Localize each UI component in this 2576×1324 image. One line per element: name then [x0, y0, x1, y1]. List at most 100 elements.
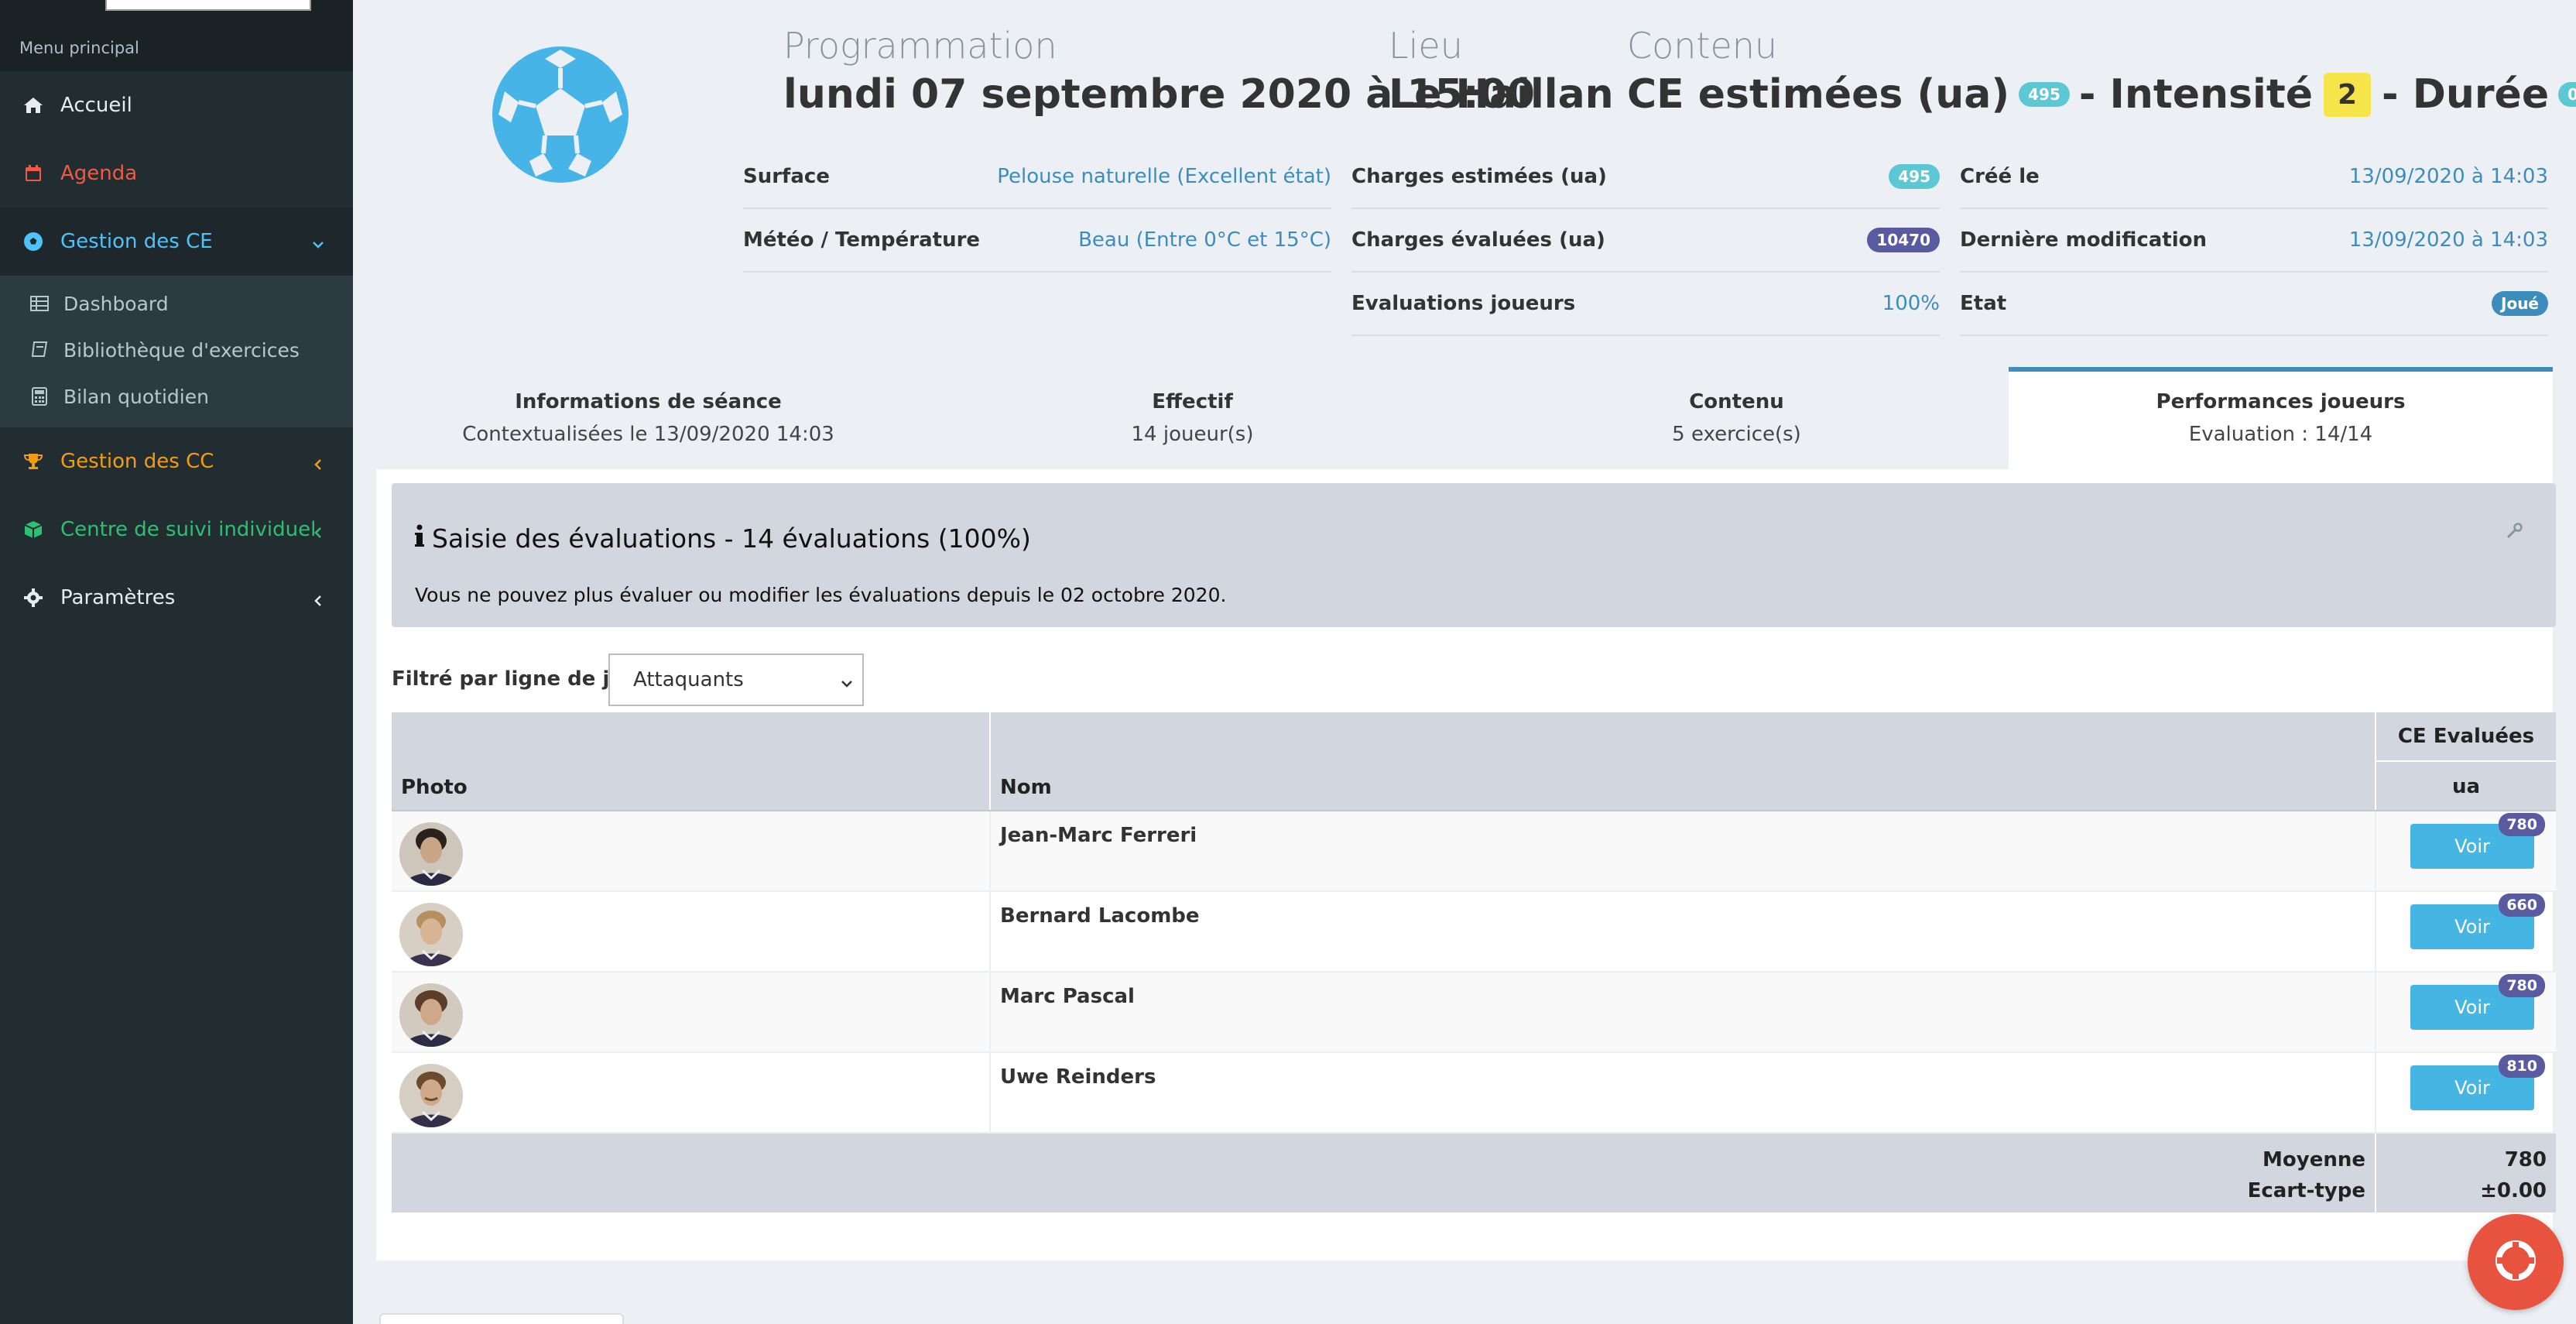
player-name: Marc Pascal — [1000, 985, 1135, 1008]
info-key: Surface — [743, 165, 830, 188]
ce-cell: Voir 780 — [2376, 811, 2556, 890]
sidebar-header: Menu principal — [0, 25, 353, 71]
calculator-icon — [29, 386, 50, 406]
info-row-charges-estimees: Charges estimées (ua) 495 — [1351, 146, 1940, 209]
tab-contenu[interactable]: Contenu 5 exercice(s) — [1464, 367, 2009, 469]
tab-informations-seance[interactable]: Informations de séance Contextualisées l… — [376, 367, 920, 469]
voir-button[interactable]: Voir 660 — [2410, 894, 2545, 949]
player-name: Jean-Marc Ferreri — [1000, 824, 1197, 847]
info-column-meta: Créé le 13/09/2020 à 14:03 Dernière modi… — [1960, 146, 2548, 336]
sidebar-item-label: Gestion des CC — [60, 450, 214, 473]
sidebar-subitem-bibliotheque[interactable]: Bibliothèque d'exercices — [0, 327, 353, 373]
column-header-ce: CE Evaluées ua — [2376, 712, 2556, 810]
team-selector[interactable] — [105, 0, 311, 11]
tab-title: Contenu — [1689, 390, 1784, 413]
ce-value-badge: 780 — [2499, 813, 2545, 836]
lieu-label: Lieu — [1389, 25, 1463, 67]
filter-ligne-select[interactable]: Attaquants — [608, 653, 864, 706]
avatar — [399, 1064, 463, 1127]
tab-effectif[interactable]: Effectif 14 joueur(s) — [920, 367, 1464, 469]
table-icon — [29, 293, 50, 314]
sidebar-item-accueil[interactable]: Accueil — [0, 71, 353, 139]
sidebar-item-parametres[interactable]: Paramètres — [0, 564, 353, 632]
info-key: Météo / Température — [743, 228, 981, 252]
info-key: Etat — [1960, 292, 2007, 315]
info-value: 13/09/2020 à 14:03 — [2348, 165, 2548, 188]
name-cell: Uwe Reinders — [991, 1053, 2376, 1132]
tab-subtitle: Evaluation : 14/14 — [2188, 423, 2373, 446]
sidebar-item-label: Paramètres — [60, 586, 176, 609]
chevron-down-icon — [311, 234, 325, 249]
voir-button[interactable]: Voir 780 — [2410, 974, 2545, 1030]
calendar-icon — [22, 162, 45, 185]
photo-cell — [392, 1053, 991, 1132]
table-footer: Moyenne Ecart-type 780 ±0.00 — [392, 1134, 2556, 1213]
tab-title: Informations de séance — [515, 390, 782, 413]
sidebar-team-header — [0, 0, 353, 25]
info-value: Beau (Entre 0°C et 15°C) — [1078, 228, 1331, 252]
sidebar-item-label: Gestion des CE — [60, 230, 213, 253]
moyenne-label: Moyenne — [2263, 1148, 2365, 1171]
photo-cell — [392, 892, 991, 971]
ce-value-badge: 780 — [2499, 974, 2545, 997]
chevron-down-icon — [839, 674, 855, 689]
name-cell: Jean-Marc Ferreri — [991, 811, 2376, 890]
name-cell: Bernard Lacombe — [991, 892, 2376, 971]
ecart-type-value: ±0.00 — [2480, 1179, 2547, 1202]
info-column-seance: Surface Pelouse naturelle (Excellent éta… — [743, 146, 1331, 273]
callout-message: Vous ne pouvez plus évaluer ou modifier … — [415, 584, 1227, 606]
ce-value-badge: 810 — [2499, 1055, 2545, 1078]
info-value: Pelouse naturelle (Excellent état) — [997, 165, 1331, 188]
avatar — [399, 983, 463, 1047]
wrench-icon[interactable] — [2505, 522, 2523, 540]
voir-button[interactable]: Voir 780 — [2410, 813, 2545, 869]
info-row-cree: Créé le 13/09/2020 à 14:03 — [1960, 146, 2548, 209]
tab-subtitle: Contextualisées le 13/09/2020 14:03 — [462, 423, 834, 446]
table-row: Bernard Lacombe Voir 660 — [392, 892, 2556, 972]
book-icon — [29, 340, 50, 360]
gear-icon — [22, 586, 45, 609]
programmation-label: Programmation — [783, 25, 1057, 67]
ce-cell: Voir 780 — [2376, 972, 2556, 1051]
tab-performances-joueurs[interactable]: Performances joueurs Evaluation : 14/14 — [2009, 367, 2553, 469]
contenu-label: Contenu — [1627, 25, 1778, 67]
column-label: Nom — [1000, 776, 1052, 799]
sidebar-subitem-dashboard[interactable]: Dashboard — [0, 280, 353, 327]
voir-button-label: Voir — [2454, 835, 2490, 857]
intensite-text: - Intensité — [2078, 71, 2313, 118]
info-key: Charges estimées (ua) — [1351, 165, 1607, 188]
column-header-nom: Nom — [991, 712, 2376, 810]
sidebar-item-agenda[interactable]: Agenda — [0, 139, 353, 208]
ce-estimees-text: CE estimées (ua) — [1627, 71, 2010, 118]
info-row-charges-evaluees: Charges évaluées (ua) 10470 — [1351, 209, 1940, 273]
info-row-meteo: Météo / Température Beau (Entre 0°C et 1… — [743, 209, 1331, 273]
footer-values: 780 ±0.00 — [2376, 1134, 2556, 1213]
charges-evaluees-badge: 10470 — [1867, 228, 1940, 252]
table-row: Marc Pascal Voir 780 — [392, 972, 2556, 1053]
info-column-charges: Charges estimées (ua) 495 Charges évalué… — [1351, 146, 1940, 336]
duree-text: - Durée — [2382, 71, 2550, 118]
chevron-left-icon — [311, 522, 325, 538]
sidebar-item-centre-suivi[interactable]: Centre de suivi individuel — [0, 496, 353, 564]
info-value: 100% — [1882, 292, 1940, 315]
callout-title-text: Saisie des évaluations - 14 évaluations … — [432, 523, 1031, 554]
ce-cell: Voir 810 — [2376, 1053, 2556, 1132]
tab-title: Effectif — [1152, 390, 1233, 413]
intensite-badge: 2 — [2323, 72, 2372, 117]
info-row-modification: Dernière modification 13/09/2020 à 14:03 — [1960, 209, 2548, 273]
ce-value-badge: 660 — [2499, 894, 2545, 917]
table-row: Uwe Reinders Voir 810 — [392, 1053, 2556, 1134]
voir-button-label: Voir — [2454, 996, 2490, 1018]
table-row: Jean-Marc Ferreri Voir 780 — [392, 811, 2556, 892]
sidebar-subitem-bilan[interactable]: Bilan quotidien — [0, 373, 353, 420]
column-header-photo: Photo — [392, 712, 991, 810]
footer-labels: Moyenne Ecart-type — [392, 1134, 2376, 1213]
voir-button[interactable]: Voir 810 — [2410, 1055, 2545, 1110]
sidebar: Menu principal Accueil Agenda Gestion de… — [0, 0, 353, 1324]
help-button[interactable] — [2468, 1214, 2564, 1310]
charges-estimees-badge: 495 — [1889, 164, 1940, 189]
ce-cell: Voir 660 — [2376, 892, 2556, 971]
info-key: Charges évaluées (ua) — [1351, 228, 1605, 252]
sidebar-item-gestion-ce[interactable]: Gestion des CE — [0, 208, 353, 276]
sidebar-item-gestion-cc[interactable]: Gestion des CC — [0, 427, 353, 496]
